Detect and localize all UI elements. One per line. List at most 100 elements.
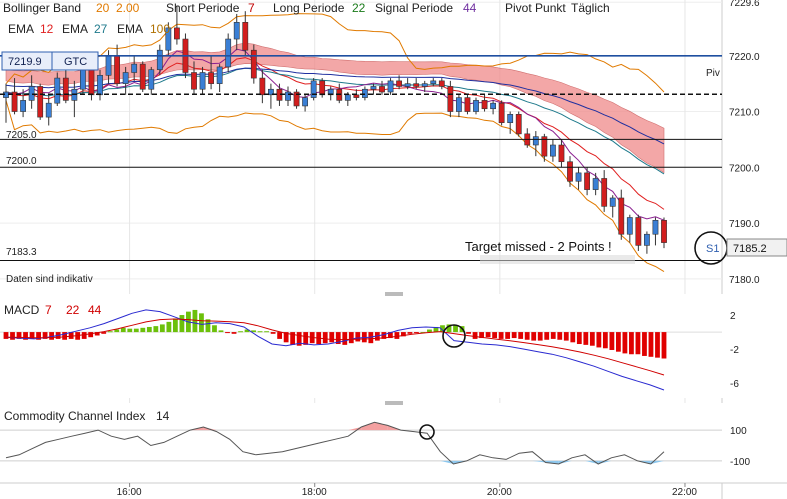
macd-tick-label: -2 [730,345,739,356]
candle-body [413,83,420,87]
macd-bar [596,332,602,348]
candle-body [233,22,240,40]
cci-resize-handle[interactable] [385,401,403,405]
candle-body [310,80,317,98]
macd-bar [602,332,608,349]
macd-bar [635,332,641,355]
macd-bar [615,332,621,352]
cci-label: Commodity Channel Index [4,409,145,423]
macd-bar [655,332,660,358]
macd-bar [120,327,126,333]
level-r-label: 7205.0 [6,130,37,141]
macd-bar [589,332,595,346]
candle-body [550,144,556,157]
candle-body [532,136,539,146]
macd-bar [329,332,335,343]
candle-body [131,63,138,73]
order-type: GTC [64,56,87,68]
candle-body [174,27,180,40]
macd-resize-handle[interactable] [385,292,403,296]
candle-body [88,66,95,96]
candle-body [387,80,394,93]
macd-bar [3,332,9,339]
price-tick-label: 7229.6 [729,0,760,9]
macd-panel: 2 -2 -6 MACD 7 22 44 [0,292,787,398]
annotation-shadow [480,255,635,264]
macd-bar [414,332,419,334]
macd-p2: 22 [66,303,80,317]
macd-bar [107,331,113,333]
candle-body [344,94,351,101]
macd-bar [342,332,348,345]
candle-body [438,80,445,87]
candle-body [54,77,61,104]
macd-bar [629,332,634,355]
candle-body [592,178,599,190]
candle-body [62,77,69,101]
time-tick-label: 22:00 [672,487,697,498]
candle-body [105,55,112,76]
candle-body [362,88,368,98]
candle-body [498,102,505,123]
macd-bar [622,332,628,354]
candle-body [122,72,129,84]
macd-bar [485,332,491,338]
candle-body [421,83,428,87]
candle-body [464,97,471,112]
candle-body [199,72,206,90]
s1-label: S1 [706,243,719,255]
candle-body [430,80,437,84]
macd-bar [466,332,471,334]
pivot-label: Pivot Punkt [505,1,566,15]
macd-bar [322,332,328,344]
macd-bar [146,326,152,333]
candle-body [473,100,479,112]
cci-panel: 100 -100 Commodity Channel Index 14 [0,401,787,483]
macd-bar [192,309,198,333]
cci-legend: Commodity Channel Index 14 [4,409,170,423]
candle-body [37,86,44,118]
macd-bar [550,332,556,339]
macd-bar [212,325,217,333]
macd-bar [407,332,413,334]
short-label: Short Periode [166,1,240,15]
candle-body [558,144,565,163]
candle-body [601,178,608,207]
time-tick-label: 20:00 [487,487,512,498]
macd-bar [303,332,309,345]
macd-bar [153,326,159,333]
candle-body [404,83,411,87]
ema-c-value: 100 [150,22,170,36]
macd-bar [472,332,478,339]
candle-body [45,102,52,118]
macd-bar [518,332,524,339]
macd-p1: 7 [45,303,52,317]
candle-body [609,197,616,207]
order-tag[interactable]: 7219.9 GTC [1,51,99,71]
macd-tick-label: -6 [730,379,739,390]
macd-bar [140,327,146,333]
macd-bar [498,332,504,339]
pivot-tag: Piv [706,68,720,79]
macd-bar [270,332,276,334]
candle-body [515,114,522,135]
cci-tick-label: 100 [730,426,747,437]
cci-period: 14 [156,409,170,423]
macd-bar [576,332,582,345]
macd-bar [166,321,172,333]
time-tick-label: 18:00 [302,487,327,498]
macd-bar [544,332,550,340]
macd-bar [609,332,615,350]
candle-body [447,86,454,112]
price-tick-label: 7220.0 [729,52,760,63]
svg-text:Bollinger Band: Bollinger Band [3,1,81,15]
candle-body [353,94,360,98]
time-tick-label: 16:00 [117,487,142,498]
candle-body [370,86,377,90]
candle-body [626,217,633,235]
ema-c-label: EMA [117,22,143,36]
pivot-value: Täglich [571,1,610,15]
macd-bar [172,318,178,333]
candle-body [456,97,462,112]
macd-bar [563,332,569,341]
